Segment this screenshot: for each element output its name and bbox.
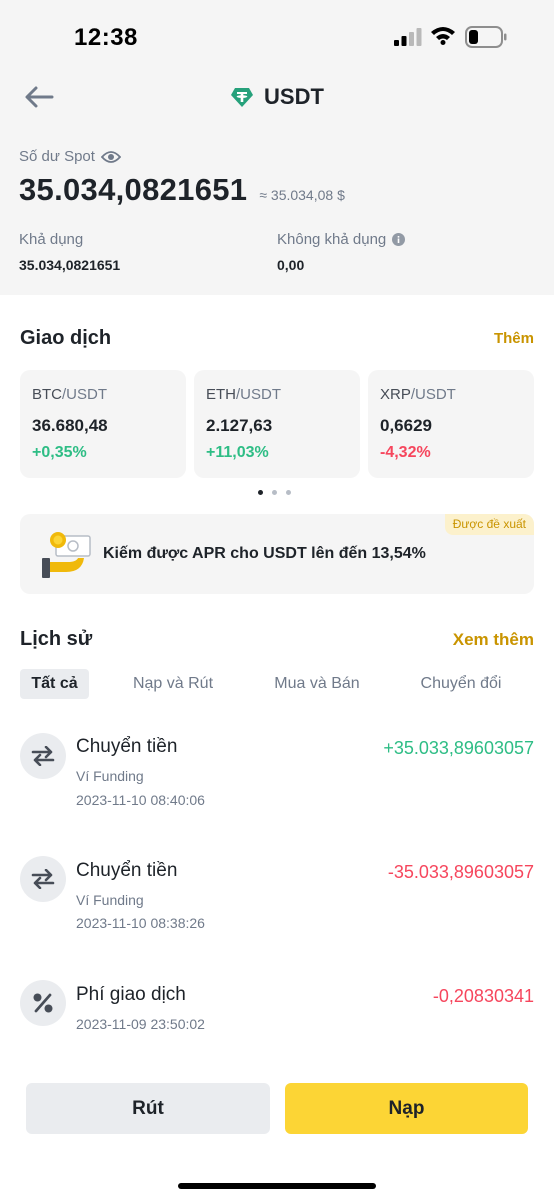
pagination-dot bbox=[286, 490, 291, 495]
pagination-dot-active bbox=[258, 490, 263, 495]
home-indicator[interactable] bbox=[178, 1183, 376, 1189]
promo-text: Kiếm được APR cho USDT lên đến 13,54% bbox=[103, 545, 426, 562]
pagination-dot bbox=[272, 490, 277, 495]
percent-icon bbox=[20, 980, 66, 1026]
history-section-title: Lịch sử bbox=[20, 628, 93, 650]
pair-card-xrp[interactable]: XRP/USDT 0,6629 -4,32% bbox=[368, 370, 534, 478]
pair-change: +11,03% bbox=[206, 444, 269, 461]
history-see-more-link[interactable]: Xem thêm bbox=[453, 630, 534, 650]
transaction-title: Chuyển tiền bbox=[76, 736, 178, 757]
spot-balance-label-row: Số dư Spot bbox=[19, 148, 121, 165]
transaction-time: 2023-11-09 23:50:02 bbox=[76, 1016, 205, 1032]
deposit-button[interactable]: Nạp bbox=[285, 1083, 528, 1134]
earn-coins-icon bbox=[42, 532, 91, 578]
unavailable-value: 0,00 bbox=[277, 257, 305, 273]
trade-section-title: Giao dịch bbox=[20, 327, 112, 349]
unavailable-label: Không khả dụng bbox=[277, 231, 387, 248]
available-value: 35.034,0821651 bbox=[19, 257, 121, 273]
tab-convert[interactable]: Chuyển đổi bbox=[406, 669, 516, 699]
transfer-icon bbox=[20, 733, 66, 779]
transaction-amount: -35.033,89603057 bbox=[387, 862, 534, 882]
transaction-amount: -0,20830341 bbox=[432, 986, 534, 1006]
pair-name: XRP/USDT bbox=[380, 386, 456, 403]
pair-card-eth[interactable]: ETH/USDT 2.127,63 +11,03% bbox=[194, 370, 360, 478]
status-time: 12:38 bbox=[74, 24, 138, 51]
transaction-time: 2023-11-10 08:40:06 bbox=[76, 792, 205, 808]
eye-icon[interactable] bbox=[100, 150, 121, 164]
carousel-pagination bbox=[258, 490, 291, 495]
transaction-title: Phí giao dịch bbox=[76, 984, 186, 1005]
tab-buy-sell[interactable]: Mua và Bán bbox=[260, 669, 374, 699]
transaction-time: 2023-11-10 08:38:26 bbox=[76, 915, 205, 931]
status-bar: 12:38 bbox=[0, 0, 554, 70]
page-header: USDT bbox=[0, 82, 554, 112]
pair-price: 2.127,63 bbox=[206, 416, 273, 435]
page-title: USDT bbox=[264, 84, 324, 109]
spot-balance-fiat: ≈ 35.034,08 $ bbox=[259, 187, 345, 203]
tab-all[interactable]: Tất cả bbox=[20, 669, 89, 699]
pair-price: 0,6629 bbox=[380, 416, 432, 435]
pair-name: BTC/USDT bbox=[32, 386, 107, 403]
transfer-icon bbox=[20, 856, 66, 902]
unavailable-label-row: Không khả dụng bbox=[277, 231, 406, 248]
battery-icon bbox=[465, 26, 507, 48]
cellular-signal-icon bbox=[394, 28, 422, 46]
balance-row: 35.034,0821651 ≈ 35.034,08 $ bbox=[19, 172, 345, 208]
spot-balance-label: Số dư Spot bbox=[19, 148, 95, 165]
info-icon[interactable] bbox=[392, 233, 406, 246]
available-label: Khả dụng bbox=[19, 231, 84, 248]
transaction-wallet: Ví Funding bbox=[76, 768, 144, 784]
pair-price: 36.680,48 bbox=[32, 416, 108, 435]
withdraw-button[interactable]: Rút bbox=[26, 1083, 270, 1134]
spot-balance-amount: 35.034,0821651 bbox=[19, 172, 248, 207]
pair-card-btc[interactable]: BTC/USDT 36.680,48 +0,35% bbox=[20, 370, 186, 478]
earn-promo-banner[interactable]: Được đề xuất Kiếm được APR cho USDT lên … bbox=[20, 514, 534, 594]
tab-deposit-withdraw[interactable]: Nạp và Rút bbox=[118, 669, 228, 699]
pair-change: +0,35% bbox=[32, 444, 87, 461]
usdt-logo-icon bbox=[231, 88, 254, 107]
transaction-title: Chuyển tiền bbox=[76, 860, 178, 881]
pair-name: ETH/USDT bbox=[206, 386, 281, 403]
recommended-badge: Được đề xuất bbox=[444, 514, 534, 535]
trade-more-link[interactable]: Thêm bbox=[494, 330, 534, 347]
transaction-wallet: Ví Funding bbox=[76, 892, 144, 908]
pair-change: -4,32% bbox=[380, 444, 431, 461]
transaction-amount: +35.033,89603057 bbox=[383, 738, 534, 758]
wifi-icon bbox=[431, 27, 455, 45]
